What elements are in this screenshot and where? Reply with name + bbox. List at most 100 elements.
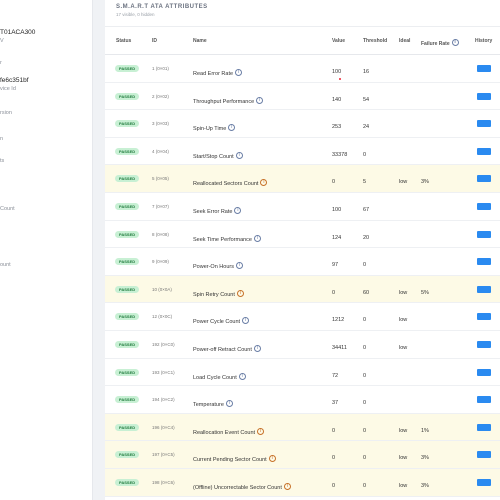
warning-info-icon[interactable]: i xyxy=(236,289,244,297)
table-row[interactable]: PASSED 2 (0×02) Throughput Performance i 140… xyxy=(105,83,500,111)
attribute-ideal: low xyxy=(399,289,408,296)
info-icon[interactable]: i xyxy=(451,39,459,46)
attribute-value: 0 xyxy=(332,427,336,434)
history-chart-button[interactable] xyxy=(477,423,491,431)
history-chart-button[interactable] xyxy=(477,451,491,459)
status-badge: PASSED xyxy=(115,175,140,183)
history-chart-button[interactable] xyxy=(477,147,491,155)
warning-info-icon[interactable]: i xyxy=(257,427,265,435)
info-icon[interactable]: i xyxy=(225,400,233,408)
attribute-name: Power Cycle Count i xyxy=(193,317,250,325)
info-icon[interactable]: i xyxy=(256,96,264,104)
attribute-threshold: 24 xyxy=(363,124,370,131)
table-row[interactable]: PASSED 7 (0×07) Seek Error Rate i 100 67 xyxy=(105,193,500,221)
attribute-name: Read Error Rate i xyxy=(193,69,243,77)
attribute-name-label: Current Pending Sector Count xyxy=(193,457,267,464)
table-body: PASSED 1 (0×01) Read Error Rate i 100 16 PASSE… xyxy=(105,55,500,497)
column-history[interactable]: History xyxy=(475,38,492,44)
history-chart-button[interactable] xyxy=(477,175,491,183)
status-badge: PASSED xyxy=(115,120,140,128)
attribute-ideal: low xyxy=(399,427,408,434)
attribute-threshold: 0 xyxy=(363,455,367,462)
table-row[interactable]: PASSED 9 (0×09) Power-On Hours i 97 0 xyxy=(105,248,500,276)
table-row[interactable]: PASSED 192 (0×C0) Power-off Retract Count i… xyxy=(105,331,500,359)
history-chart-button[interactable] xyxy=(477,202,491,210)
attribute-name: Power-On Hours i xyxy=(193,262,243,270)
column-threshold[interactable]: Threshold xyxy=(363,38,387,44)
warning-info-icon[interactable]: i xyxy=(283,482,291,490)
attribute-threshold: 0 xyxy=(363,482,367,489)
attribute-name: Reallocated Sectors Count i xyxy=(193,179,268,187)
info-icon[interactable]: i xyxy=(235,262,243,270)
table-row[interactable]: PASSED 12 (0×0C) Power Cycle Count i 1212 0 lo… xyxy=(105,303,500,331)
history-chart-button[interactable] xyxy=(477,368,491,376)
attribute-name-label: Read Error Rate xyxy=(193,71,234,77)
history-chart-button[interactable] xyxy=(477,258,491,266)
table-row[interactable]: PASSED 193 (0×C1) Load Cycle Count i 72 0 xyxy=(105,359,500,387)
attribute-name-label: Start/Stop Count xyxy=(193,153,234,160)
attribute-name: Load Cycle Count i xyxy=(193,372,246,381)
sidebar-line: T01ACA300 xyxy=(0,29,36,36)
column-status[interactable]: Status xyxy=(116,38,131,44)
info-icon[interactable]: i xyxy=(242,317,250,325)
history-chart-button[interactable] xyxy=(477,285,491,293)
history-chart-button[interactable] xyxy=(477,313,491,321)
card-subtitle: 17 visible, 0 hidden xyxy=(116,12,155,17)
column-value[interactable]: Value xyxy=(332,38,345,44)
table-row[interactable]: PASSED 4 (0×04) Start/Stop Count i 33378 0 xyxy=(105,138,500,166)
table-row[interactable]: PASSED 8 (0×08) Seek Time Performance i 124 2… xyxy=(105,221,500,249)
column-id[interactable]: ID xyxy=(152,38,157,44)
history-chart-button[interactable] xyxy=(477,478,491,486)
info-icon[interactable]: i xyxy=(234,206,242,214)
column-name[interactable]: Name xyxy=(193,38,207,44)
info-icon[interactable]: i xyxy=(235,69,243,76)
history-chart-button[interactable] xyxy=(477,396,491,404)
attribute-id: 10 (0×0A) xyxy=(152,286,172,292)
warning-info-icon[interactable]: i xyxy=(260,179,268,187)
history-chart-button[interactable] xyxy=(477,230,491,238)
info-icon[interactable]: i xyxy=(238,372,246,380)
column-failure-rate[interactable]: Failure Rate i xyxy=(421,39,459,47)
attribute-value: 0 xyxy=(332,482,336,489)
attribute-name-label: Spin Retry Count xyxy=(193,291,235,298)
table-row[interactable]: PASSED 197 (0×C5) Current Pending Sector C… xyxy=(105,441,500,469)
table-row[interactable]: PASSED 5 (0×05) Reallocated Sectors Count i… xyxy=(105,165,500,193)
attribute-name: Seek Time Performance i xyxy=(193,234,261,243)
info-icon[interactable]: i xyxy=(253,344,261,352)
attribute-threshold: 16 xyxy=(363,69,370,75)
info-icon[interactable]: i xyxy=(254,234,261,242)
attribute-name-label: Power-On Hours xyxy=(193,264,234,271)
attribute-ideal: low xyxy=(399,455,408,462)
attribute-failure-rate: 3% xyxy=(421,455,429,462)
history-chart-button[interactable] xyxy=(477,340,491,348)
info-icon[interactable]: i xyxy=(235,151,243,159)
table-row[interactable]: PASSED 194 (0×C2) Temperature i 37 0 xyxy=(105,386,500,414)
column-ideal[interactable]: Ideal xyxy=(399,38,410,44)
table-row[interactable]: PASSED 1 (0×01) Read Error Rate i 100 16 xyxy=(105,55,500,83)
history-chart-button[interactable] xyxy=(477,65,491,72)
attribute-name: Reallocation Event Count i xyxy=(193,427,265,436)
attribute-threshold: 0 xyxy=(363,427,367,434)
attribute-ideal: low xyxy=(399,482,408,489)
warning-info-icon[interactable]: i xyxy=(268,455,276,463)
status-badge: PASSED xyxy=(115,451,140,459)
table-row[interactable]: PASSED 196 (0×C4) Reallocation Event Count… xyxy=(105,413,500,442)
attribute-id: 8 (0×08) xyxy=(152,231,169,237)
attribute-value: 37 xyxy=(332,400,339,407)
attribute-value: 97 xyxy=(332,262,339,269)
history-chart-button[interactable] xyxy=(477,120,491,128)
sidebar-line: ts xyxy=(0,158,5,164)
value-changed-dot xyxy=(339,78,341,80)
info-icon[interactable]: i xyxy=(228,124,236,132)
status-badge: PASSED xyxy=(115,313,140,321)
history-chart-button[interactable] xyxy=(477,92,491,100)
attribute-threshold: 0 xyxy=(363,400,367,407)
table-row[interactable]: PASSED 3 (0×03) Spin-Up Time i 253 24 xyxy=(105,110,500,138)
sidebar-line: V xyxy=(0,38,4,44)
status-badge: PASSED xyxy=(115,423,140,431)
status-badge: PASSED xyxy=(115,92,140,100)
table-row[interactable]: PASSED 198 (0×C6) (Offline) Uncorrectable … xyxy=(105,468,500,497)
table-row[interactable]: PASSED 10 (0×0A) Spin Retry Count i 0 60 low 5% xyxy=(105,275,500,304)
attribute-threshold: 0 xyxy=(363,262,367,269)
attribute-failure-rate: 3% xyxy=(421,482,429,489)
